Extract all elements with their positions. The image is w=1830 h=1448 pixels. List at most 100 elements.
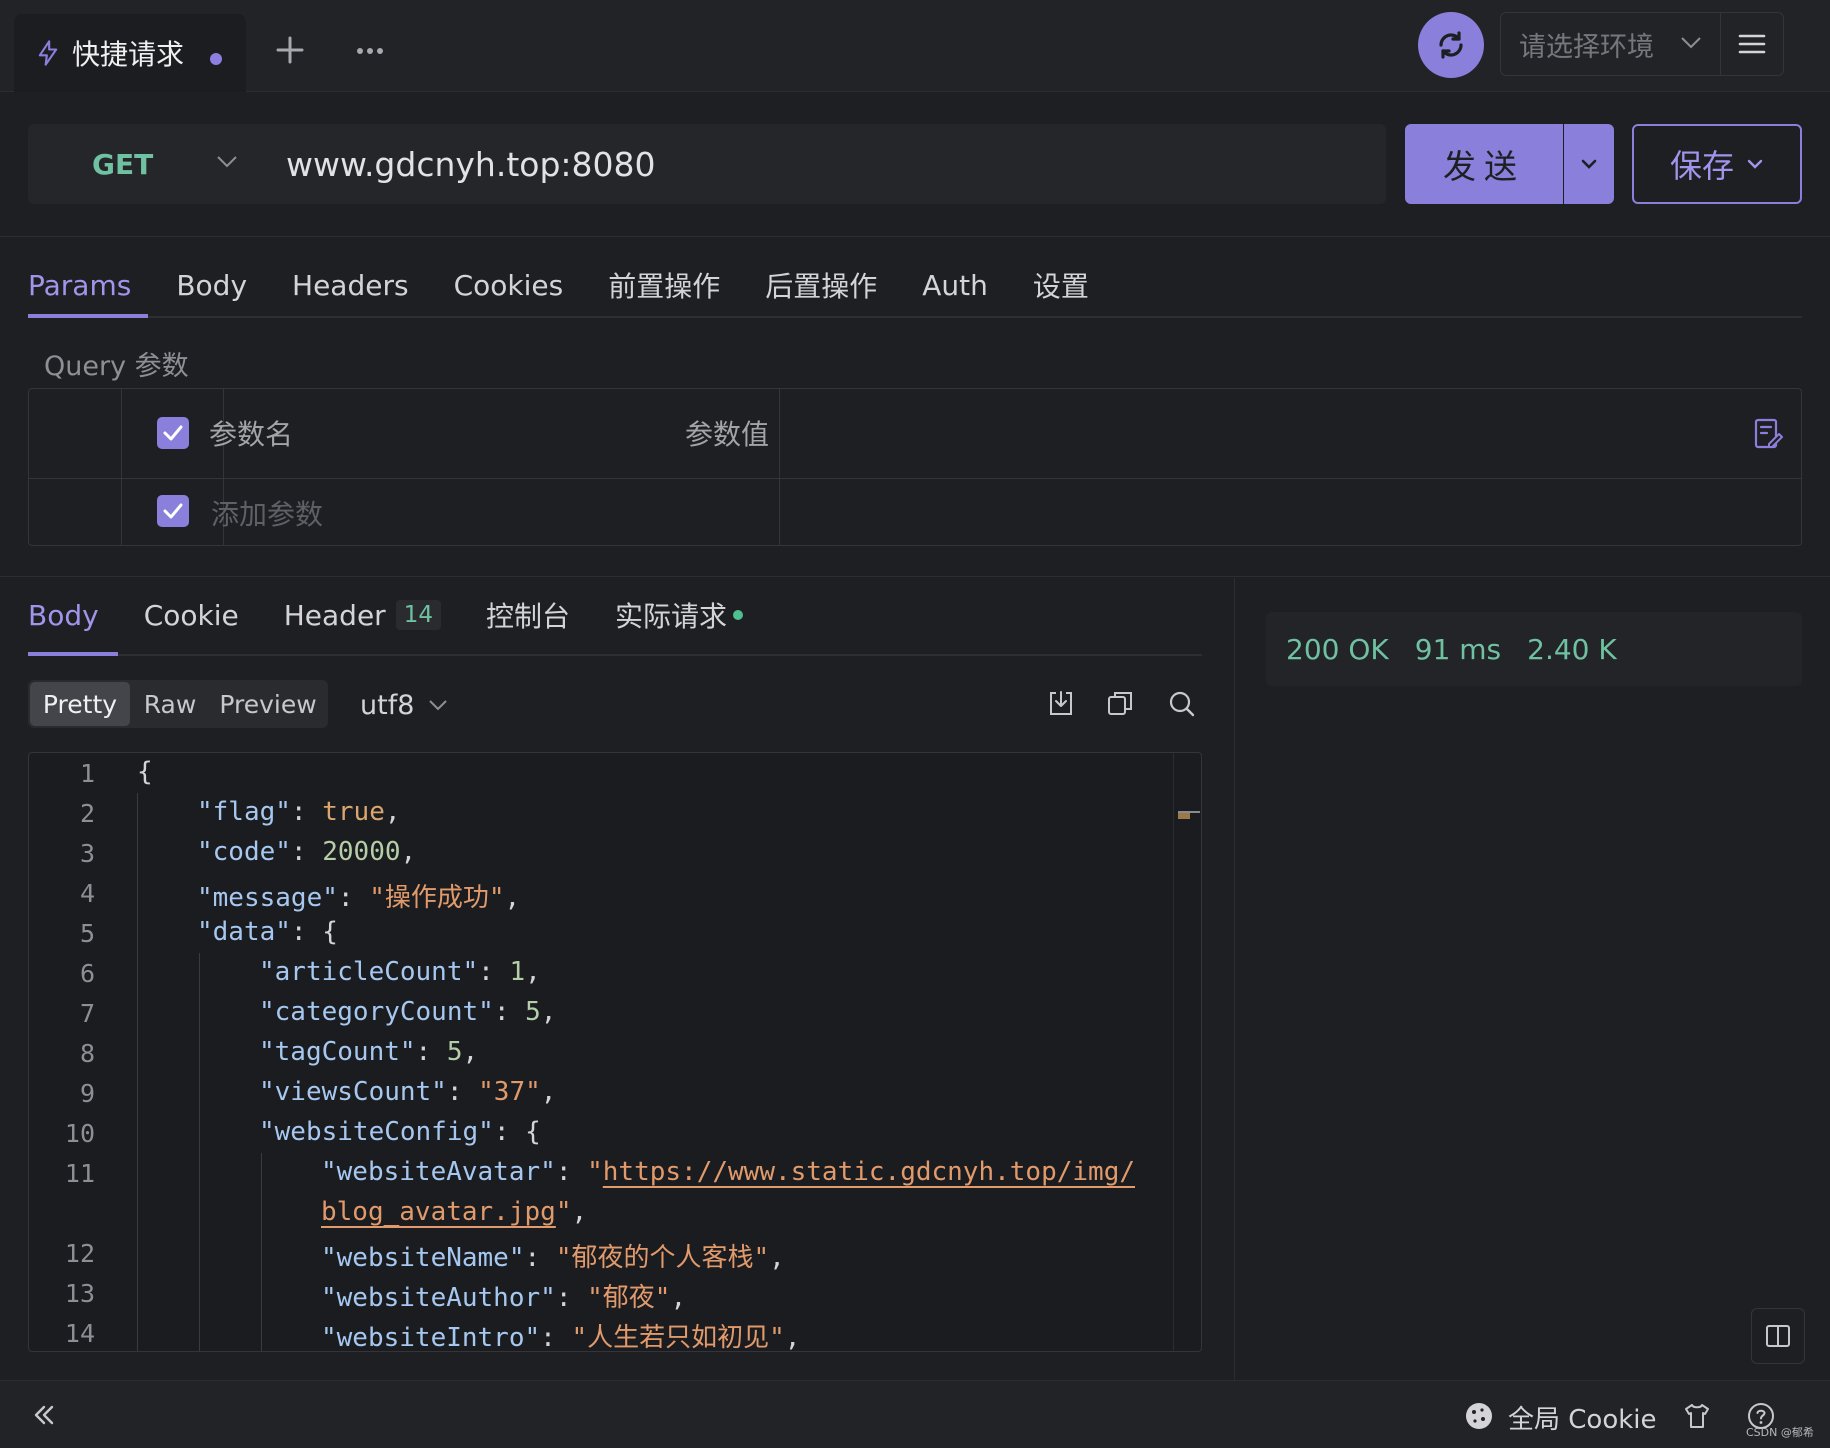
menu-icon (1738, 34, 1766, 54)
status-bar: 全局 Cookie (0, 1380, 1830, 1448)
split-view-icon (1766, 1325, 1790, 1347)
line-number: 14 (64, 1319, 95, 1348)
method-select[interactable]: GET (28, 124, 264, 204)
tab-params[interactable]: Params (16, 256, 143, 314)
chevron-down-icon (217, 156, 237, 168)
line-number: 8 (79, 1039, 95, 1068)
tab-pre-request[interactable]: 前置操作 (596, 256, 732, 314)
indent-guide (261, 1153, 262, 1351)
actual-request-label: 实际请求 (614, 600, 727, 633)
tab-body[interactable]: Body (164, 256, 259, 314)
response-size: 2.40 K (1527, 632, 1617, 666)
view-raw[interactable]: Raw (130, 682, 210, 726)
header-count-badge: 14 (395, 600, 441, 630)
code-line: { (137, 757, 153, 787)
environment-select[interactable]: 请选择环境 (1500, 12, 1720, 76)
line-number: 11 (64, 1159, 95, 1188)
code-scrollbar[interactable] (1173, 753, 1201, 1351)
tab-post-request[interactable]: 后置操作 (753, 256, 889, 314)
add-param-input[interactable]: 添加参数 (211, 493, 323, 533)
view-mode-switch: Pretty Raw Preview (28, 680, 328, 728)
code-line: "categoryCount": 5, (259, 997, 557, 1027)
tabs-underline (28, 316, 1802, 318)
environment-placeholder: 请选择环境 (1519, 31, 1654, 63)
download-icon[interactable] (1046, 688, 1076, 718)
code-line: "articleCount": 1, (259, 957, 541, 987)
check-icon (163, 425, 183, 441)
tab-response-header[interactable]: Header 14 (272, 586, 453, 644)
avatar-url-link[interactable]: blog_avatar.jpg (321, 1197, 556, 1227)
request-tab[interactable]: 快捷请求 (14, 14, 246, 92)
sync-button[interactable] (1418, 12, 1484, 78)
tab-console[interactable]: 控制台 (474, 586, 582, 644)
bulk-edit-icon[interactable] (1753, 417, 1783, 451)
tab-actual-request[interactable]: 实际请求 (603, 586, 755, 644)
bolt-icon (38, 40, 58, 66)
code-line: "data": { (197, 917, 338, 947)
param-row-checkbox[interactable] (157, 495, 189, 527)
send-button[interactable]: 发送 (1405, 124, 1563, 204)
request-tab-title: 快捷请求 (72, 38, 185, 71)
tabs-underline (28, 654, 1202, 656)
check-icon (163, 503, 183, 519)
view-pretty[interactable]: Pretty (30, 682, 130, 726)
code-line: "flag": true, (197, 797, 401, 827)
menu-button[interactable] (1720, 12, 1784, 76)
avatar-url-link[interactable]: https://www.static.gdcnyh.top/img/ (603, 1157, 1135, 1187)
query-params-label: Query 参数 (44, 351, 189, 382)
save-button[interactable]: 保存 (1632, 124, 1802, 204)
chevron-down-icon (1681, 37, 1701, 49)
code-line: blog_avatar.jpg", (321, 1197, 588, 1227)
encoding-value: utf8 (360, 689, 415, 721)
indent-guide (137, 793, 138, 1351)
tab-headers[interactable]: Headers (280, 256, 421, 314)
watermark: CSDN @郁希 (1746, 1426, 1814, 1439)
line-number: 12 (64, 1239, 95, 1268)
line-number: 3 (79, 839, 95, 868)
global-cookie-button[interactable]: 全局 Cookie (1508, 1399, 1657, 1436)
code-line: "websiteAuthor": "郁夜", (321, 1283, 687, 1313)
line-number: 13 (64, 1279, 95, 1308)
split-view-button[interactable] (1751, 1308, 1805, 1364)
sync-icon (1439, 31, 1463, 59)
divider (0, 236, 1830, 237)
select-all-checkbox[interactable] (157, 417, 189, 449)
unsaved-dot (210, 53, 222, 65)
tab-response-cookie[interactable]: Cookie (132, 586, 251, 644)
view-preview[interactable]: Preview (210, 682, 326, 726)
tab-response-body[interactable]: Body (16, 586, 111, 644)
response-time: 91 ms (1414, 632, 1502, 666)
line-number: 10 (64, 1119, 95, 1148)
shirt-icon[interactable] (1682, 1401, 1712, 1431)
panel-splitter[interactable] (1234, 578, 1235, 1380)
param-name-header: 参数名 (209, 418, 294, 451)
plus-icon[interactable] (270, 30, 310, 70)
active-tab-indicator (28, 314, 148, 318)
collapse-icon[interactable] (30, 1401, 58, 1429)
send-options-button[interactable] (1564, 124, 1614, 204)
more-icon[interactable] (352, 30, 388, 70)
copy-icon[interactable] (1105, 688, 1135, 718)
code-line: "websiteName": "郁夜的个人客栈", (321, 1243, 785, 1273)
url-input[interactable]: www.gdcnyh.top:8080 (264, 124, 1386, 204)
response-body-viewer[interactable]: 1 2 3 4 5 6 7 8 9 10 11 12 13 14 { "flag… (28, 752, 1202, 1352)
chevron-down-icon (1581, 159, 1597, 169)
tab-settings[interactable]: 设置 (1021, 256, 1101, 314)
tab-cookies[interactable]: Cookies (442, 256, 576, 314)
code-line: "websiteAvatar": "https://www.static.gdc… (321, 1157, 1135, 1187)
code-line: "message": "操作成功", (197, 883, 521, 913)
encoding-select[interactable]: utf8 (360, 684, 448, 726)
line-number: 2 (79, 799, 95, 828)
request-tabs: Params Body Headers Cookies 前置操作 后置操作 Au… (28, 256, 1134, 314)
search-icon[interactable] (1166, 688, 1196, 718)
params-header-row: 参数名 参数值 (29, 389, 1801, 479)
line-number: 9 (79, 1079, 95, 1108)
save-label: 保存 (1669, 147, 1734, 185)
chevron-down-icon (1747, 159, 1763, 169)
cookie-icon (1466, 1403, 1492, 1429)
line-number: 4 (79, 879, 95, 908)
code-line: "websiteConfig": { (259, 1117, 541, 1147)
indent-guide (199, 953, 200, 1351)
code-line: "code": 20000, (197, 837, 417, 867)
tab-auth[interactable]: Auth (910, 256, 1000, 314)
